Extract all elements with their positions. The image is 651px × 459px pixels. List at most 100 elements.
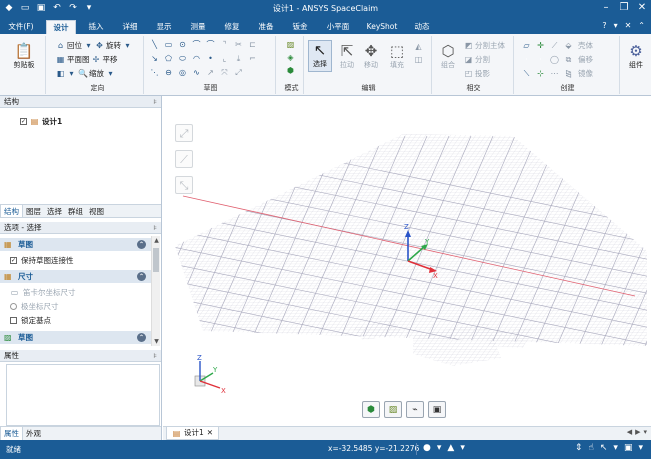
- settings-icon[interactable]: ▾: [614, 21, 618, 30]
- three-point-arc-icon[interactable]: ◠: [192, 54, 201, 63]
- display-style-icon[interactable]: ●: [423, 443, 431, 455]
- options-scrollbar[interactable]: ▲ ▼: [151, 236, 160, 346]
- bend-icon[interactable]: ⌐: [248, 54, 257, 63]
- sketch-mode-icon[interactable]: ▨: [286, 40, 295, 49]
- expand-icon[interactable]: ⌃: [638, 21, 645, 30]
- tab-keyshot[interactable]: KeyShot: [362, 20, 402, 34]
- collapse-icon[interactable]: ⌃: [137, 333, 146, 342]
- spin-icon[interactable]: ⇕: [575, 443, 583, 453]
- corner-icon[interactable]: ⌝: [220, 40, 229, 49]
- construction-line-icon[interactable]: ⋱: [150, 68, 159, 77]
- scroll-down-icon[interactable]: ▼: [152, 337, 161, 346]
- tab-file[interactable]: 文件(F): [4, 20, 38, 34]
- tab-prev-icon[interactable]: ◀: [627, 428, 632, 436]
- viewport-canvas[interactable]: Z Y X Z Y X: [163, 96, 651, 426]
- restore-icon[interactable]: ❐: [619, 2, 629, 14]
- paste-button[interactable]: 📋 剪贴板: [8, 42, 40, 70]
- tab-sheet-metal[interactable]: 钣金: [286, 20, 314, 34]
- collapse-icon[interactable]: ⌃: [137, 272, 146, 281]
- tree-item-design[interactable]: ✓ ▤ 设计1: [20, 116, 62, 127]
- plan-view-button[interactable]: 平面图: [67, 54, 90, 65]
- tab-repair[interactable]: 修复: [218, 20, 246, 34]
- close-ribbon-icon[interactable]: ✕: [625, 21, 632, 30]
- options-section-sketch[interactable]: ▦ 草图 ⌃: [0, 238, 152, 251]
- polygon-icon[interactable]: ⬠: [164, 54, 173, 63]
- line-icon[interactable]: ╲: [150, 40, 159, 49]
- project-button[interactable]: 投影: [475, 68, 490, 79]
- pull-button[interactable]: ⇱ 拉动: [336, 42, 358, 70]
- sweep-arc-icon[interactable]: ⌒: [206, 40, 215, 49]
- section-mode-icon[interactable]: ◈: [286, 53, 295, 62]
- tab-detail[interactable]: 详细: [116, 20, 144, 34]
- tab-views[interactable]: 视图: [86, 205, 107, 217]
- scroll-up-icon[interactable]: ▲: [152, 236, 161, 245]
- split-button[interactable]: 分割: [475, 54, 490, 65]
- section-mode-button[interactable]: ⌁: [406, 401, 424, 418]
- component-button[interactable]: ⚙ 组件: [623, 42, 649, 70]
- ellipse-icon[interactable]: ⬭: [178, 54, 187, 63]
- document-tab[interactable]: ▤ 设计1 ✕: [166, 427, 220, 440]
- display-mode-button[interactable]: ▣: [428, 401, 446, 418]
- origin-icon[interactable]: ⟋: [550, 41, 559, 50]
- cursor-icon[interactable]: ↖: [600, 443, 608, 453]
- offset-button[interactable]: 偏移: [578, 54, 593, 65]
- scroll-thumb[interactable]: [153, 248, 159, 272]
- extend-icon[interactable]: ↗: [206, 68, 215, 77]
- close-icon[interactable]: ✕: [637, 2, 647, 14]
- zoom-button[interactable]: 缩放: [89, 68, 104, 79]
- lock-datum-option[interactable]: 锁定基点: [10, 315, 51, 326]
- line-create-icon[interactable]: ⟍: [522, 69, 531, 78]
- spline-icon[interactable]: ∿: [192, 68, 201, 77]
- pan-status-icon[interactable]: ☝: [588, 443, 593, 453]
- pin-icon[interactable]: ⊧: [153, 96, 157, 108]
- split-row[interactable]: ◪ 分割: [464, 54, 490, 65]
- shell-button[interactable]: 壳体: [578, 40, 593, 51]
- sketch-line-tool[interactable]: ⟋: [175, 150, 193, 168]
- tab-list-icon[interactable]: ▾: [643, 428, 647, 436]
- project-row[interactable]: ◰ 投影: [464, 68, 490, 79]
- polar-dimension-radio[interactable]: [10, 303, 17, 310]
- point-icon[interactable]: •: [206, 54, 215, 63]
- tab-groups[interactable]: 群组: [65, 205, 86, 217]
- tangent-line-icon[interactable]: ↘: [150, 54, 159, 63]
- tab-prepare[interactable]: 准备: [252, 20, 280, 34]
- tab-design[interactable]: 设计: [46, 20, 76, 34]
- 3d-viewport[interactable]: Z Y X Z Y X: [163, 96, 651, 426]
- pin-icon[interactable]: ⊧: [153, 222, 157, 234]
- keep-connectivity-checkbox[interactable]: ✓: [10, 257, 17, 264]
- plane-icon[interactable]: ▱: [522, 41, 531, 50]
- rotate-button[interactable]: 旋转: [106, 40, 121, 51]
- tab-measure[interactable]: 测量: [184, 20, 212, 34]
- axis-icon[interactable]: ✛: [536, 41, 545, 50]
- split-body-button[interactable]: 分割主体: [475, 40, 505, 51]
- point-create-icon[interactable]: ⊹: [536, 69, 545, 78]
- dropdown-icon[interactable]: ▾: [437, 443, 442, 455]
- pan-button[interactable]: 平移: [103, 54, 118, 65]
- dropdown-icon[interactable]: ▾: [67, 69, 76, 78]
- project-curve-icon[interactable]: ⤓: [234, 54, 243, 63]
- tab-next-icon[interactable]: ▶: [635, 428, 640, 436]
- pin-icon[interactable]: ⊧: [153, 350, 157, 362]
- options-section-sketch-2[interactable]: ▨ 草图 ⌃: [0, 331, 152, 344]
- dropdown-icon[interactable]: ▾: [123, 41, 132, 50]
- help-icon[interactable]: ?: [602, 21, 606, 30]
- circle-icon[interactable]: ⊙: [178, 40, 187, 49]
- keep-sketch-connectivity-option[interactable]: ✓ 保持草图连接性: [10, 255, 74, 266]
- cartesian-dimension-option[interactable]: ▭ 笛卡尔坐标尺寸: [10, 287, 76, 298]
- blend-icon[interactable]: ◭: [414, 42, 423, 51]
- selection-filter-icon[interactable]: ▣: [624, 443, 633, 453]
- pattern-icon[interactable]: ⋯: [550, 69, 559, 78]
- tab-selection[interactable]: 选择: [44, 205, 65, 217]
- split-curve-icon[interactable]: ⤧: [220, 68, 229, 77]
- dropdown-icon[interactable]: ▾: [460, 443, 465, 455]
- cube-view-icon[interactable]: ◧: [56, 69, 65, 78]
- replace-icon[interactable]: ◫: [414, 55, 423, 64]
- dropdown-icon[interactable]: ▾: [84, 41, 93, 50]
- scale-icon[interactable]: ⤢: [234, 68, 243, 77]
- split-body-row[interactable]: ◩ 分割主体: [464, 40, 505, 51]
- visibility-checkbox[interactable]: ✓: [20, 118, 27, 125]
- fillet-icon[interactable]: ⌞: [220, 54, 229, 63]
- cylinder-icon[interactable]: ◯: [550, 55, 559, 64]
- tab-properties[interactable]: 属性: [0, 427, 23, 440]
- dropdown-icon[interactable]: ▾: [613, 443, 618, 453]
